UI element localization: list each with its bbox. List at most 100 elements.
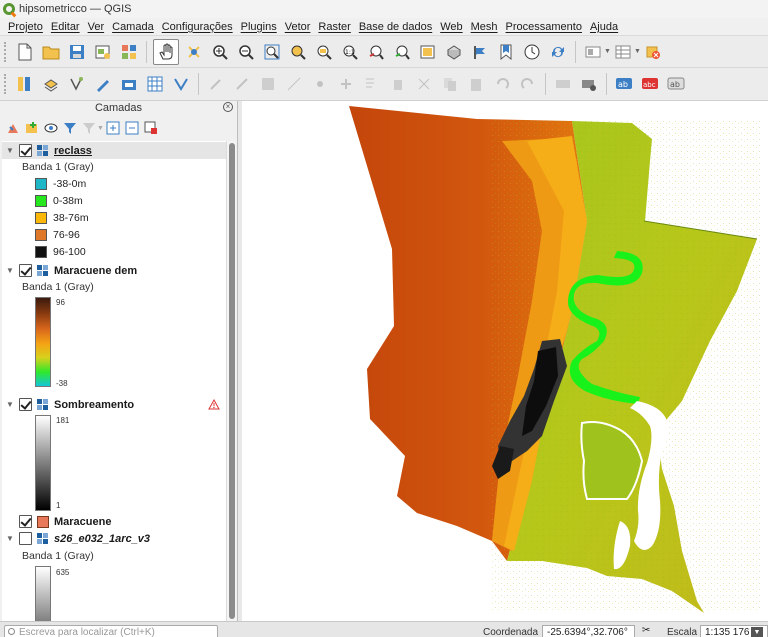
deselect-all-icon[interactable] — [642, 41, 664, 63]
pan-to-selection-icon[interactable] — [183, 41, 205, 63]
save-edits-icon[interactable] — [257, 73, 279, 95]
vertex-tool-icon[interactable] — [309, 73, 331, 95]
menu-ajuda[interactable]: Ajuda — [586, 21, 622, 33]
open-layer-styling-icon[interactable] — [4, 119, 22, 137]
digitize-icon[interactable] — [92, 73, 114, 95]
toggle-extents-icon[interactable]: ✂ — [642, 625, 650, 636]
pan-map-icon[interactable] — [153, 38, 179, 65]
scale-combobox[interactable]: 1:135 176 ▼ — [700, 625, 768, 637]
new-map-view-icon[interactable] — [417, 41, 439, 63]
menu-base-de-dados[interactable]: Base de dados — [355, 21, 436, 33]
layer-row-sombreamento[interactable]: ▼ Sombreamento — [2, 396, 226, 413]
chevron-down-icon[interactable]: ▼ — [97, 125, 104, 132]
collapse-arrow-icon[interactable]: ▼ — [4, 266, 16, 275]
add-group-icon[interactable] — [23, 119, 41, 137]
menu-ver[interactable]: Ver — [84, 21, 109, 33]
zoom-to-selection-icon[interactable] — [287, 41, 309, 63]
menu-plugins[interactable]: Plugins — [237, 21, 281, 33]
refresh-icon[interactable] — [547, 41, 569, 63]
layer-tree-scrollbar[interactable] — [226, 141, 236, 621]
layer-diagram-icon[interactable]: abc — [639, 73, 661, 95]
move-feature-icon[interactable] — [335, 73, 357, 95]
paste-features-icon[interactable] — [465, 73, 487, 95]
layer-visibility-checkbox[interactable] — [19, 144, 32, 157]
redo-icon[interactable] — [517, 73, 539, 95]
zoom-native-icon[interactable]: 1:1 — [339, 41, 361, 63]
attribute-table-icon[interactable] — [612, 41, 634, 63]
zoom-next-icon[interactable] — [391, 41, 413, 63]
close-panel-icon[interactable]: × — [223, 102, 233, 112]
manage-map-themes-icon[interactable] — [42, 119, 60, 137]
remove-layer-icon[interactable] — [142, 119, 160, 137]
menu-configuracoes[interactable]: Configurações — [158, 21, 237, 33]
menu-mesh[interactable]: Mesh — [467, 21, 502, 33]
layer-visibility-checkbox[interactable] — [19, 532, 32, 545]
new-3d-map-view-icon[interactable] — [443, 41, 465, 63]
label-settings-icon[interactable] — [578, 73, 600, 95]
chevron-down-icon[interactable]: ▼ — [751, 627, 763, 637]
zoom-full-icon[interactable] — [261, 41, 283, 63]
add-layer-icon[interactable] — [40, 73, 62, 95]
save-project-icon[interactable] — [66, 41, 88, 63]
scrollbar-thumb[interactable] — [229, 143, 235, 619]
add-raster-icon[interactable] — [144, 73, 166, 95]
zoom-to-layer-icon[interactable] — [313, 41, 335, 63]
zoom-out-icon[interactable] — [235, 41, 257, 63]
map-canvas[interactable] — [242, 101, 768, 621]
layer-visibility-checkbox[interactable] — [19, 398, 32, 411]
menu-web[interactable]: Web — [436, 21, 466, 33]
new-print-layout-icon[interactable] — [92, 41, 114, 63]
menu-processamento[interactable]: Processamento — [502, 21, 586, 33]
toolbar-grip[interactable] — [4, 41, 7, 62]
zoom-last-icon[interactable] — [365, 41, 387, 63]
open-project-icon[interactable] — [40, 41, 62, 63]
pin-labels-icon[interactable]: ab — [665, 73, 687, 95]
layer-row-reclass[interactable]: ▼ reclass — [2, 142, 226, 159]
copy-features-icon[interactable] — [439, 73, 461, 95]
warning-icon[interactable] — [208, 398, 220, 410]
locator-search-input[interactable]: Escreva para localizar (Ctrl+K) — [4, 625, 218, 637]
toolbar-data-management: ab abc ab — [0, 68, 768, 101]
bookmarks-icon[interactable] — [495, 41, 517, 63]
add-feature-icon[interactable] — [283, 73, 305, 95]
zoom-in-icon[interactable] — [209, 41, 231, 63]
add-vector-layer-icon[interactable] — [66, 73, 88, 95]
label-toolbar-icon[interactable] — [552, 73, 574, 95]
toggle-editing-icon[interactable] — [231, 73, 253, 95]
identify-features-icon[interactable] — [582, 41, 604, 63]
collapse-all-icon[interactable] — [123, 119, 141, 137]
chevron-down-icon[interactable]: ▼ — [634, 48, 641, 55]
current-edits-icon[interactable] — [205, 73, 227, 95]
chevron-down-icon[interactable]: ▼ — [604, 48, 611, 55]
expand-all-icon[interactable] — [104, 119, 122, 137]
layer-row-s26-e032[interactable]: ▼ s26_e032_1arc_v3 — [2, 530, 226, 547]
coordinate-field[interactable]: -25.6394°,32.706° — [542, 625, 635, 637]
delete-selected-icon[interactable] — [387, 73, 409, 95]
layer-row-maracuene-dem[interactable]: ▼ Maracuene dem — [2, 262, 226, 279]
menu-vetor[interactable]: Vetor — [281, 21, 315, 33]
cut-features-icon[interactable] — [413, 73, 435, 95]
layer-labeling-icon[interactable]: ab — [613, 73, 635, 95]
collapse-arrow-icon[interactable]: ▼ — [4, 146, 16, 155]
menu-projeto[interactable]: Projeto — [4, 21, 47, 33]
add-virtual-layer-icon[interactable] — [170, 73, 192, 95]
layer-row-maracuene[interactable]: Maracuene — [2, 513, 226, 530]
layer-visibility-checkbox[interactable] — [19, 515, 32, 528]
show-bookmarks-icon[interactable] — [521, 41, 543, 63]
data-source-manager-icon[interactable] — [14, 73, 36, 95]
filter-legend-icon[interactable] — [61, 119, 79, 137]
menu-camada[interactable]: Camada — [108, 21, 158, 33]
layout-manager-icon[interactable] — [118, 41, 140, 63]
toolbar-grip[interactable] — [4, 74, 7, 94]
new-layer-icon[interactable] — [118, 73, 140, 95]
undo-icon[interactable] — [491, 73, 513, 95]
collapse-arrow-icon[interactable]: ▼ — [4, 534, 16, 543]
temporal-controller-icon[interactable] — [469, 41, 491, 63]
collapse-arrow-icon[interactable]: ▼ — [4, 400, 16, 409]
menu-editar[interactable]: Editar — [47, 21, 84, 33]
modify-attributes-icon[interactable] — [361, 73, 383, 95]
filter-by-expression-icon[interactable] — [80, 119, 98, 137]
layer-visibility-checkbox[interactable] — [19, 264, 32, 277]
new-project-icon[interactable] — [14, 41, 36, 63]
menu-raster[interactable]: Raster — [314, 21, 354, 33]
